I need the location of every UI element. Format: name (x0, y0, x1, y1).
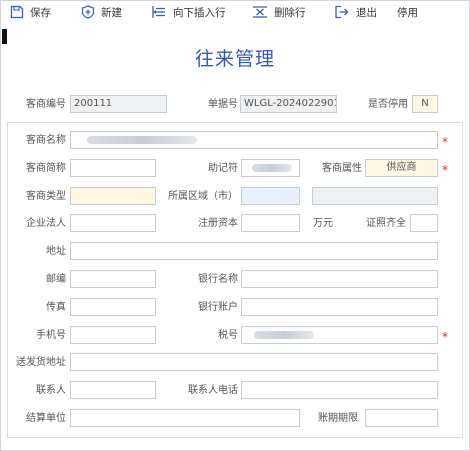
postcode-label: 邮编 (46, 274, 66, 285)
bank-account-label: 银行账户 (198, 302, 238, 313)
name-field[interactable] (70, 131, 438, 149)
disabled-field[interactable]: N (412, 95, 438, 113)
exit-label: 退出 (356, 6, 377, 19)
page-title: 往来管理 (194, 48, 275, 70)
legal-rep-label: 企业法人 (26, 218, 66, 229)
toolbar: 保存 新建 向下插入行 删除行 退出 停用 (0, 0, 470, 26)
attr-field[interactable]: 供应商 (365, 159, 438, 177)
doc-no-label: 单据号 (208, 99, 238, 110)
capital-field[interactable] (241, 214, 300, 232)
contact-field[interactable] (70, 381, 156, 399)
exit-button[interactable]: 退出 (334, 3, 377, 21)
redacted-value (254, 331, 314, 339)
required-mark: * (442, 330, 448, 344)
capital-unit: 万元 (313, 218, 333, 229)
short-name-field[interactable] (70, 159, 156, 177)
new-button[interactable]: 新建 (81, 3, 122, 21)
required-mark: * (442, 135, 448, 149)
mobile-label: 手机号 (36, 330, 66, 341)
type-field[interactable] (70, 187, 156, 205)
fax-field[interactable] (70, 298, 156, 316)
name-label: 客商名称 (26, 135, 66, 146)
cert-label: 证照齐全 (366, 218, 406, 229)
mobile-field[interactable] (70, 326, 156, 344)
text-cursor (2, 29, 7, 44)
save-label: 保存 (30, 6, 51, 19)
fax-label: 传真 (46, 302, 66, 313)
postcode-field[interactable] (70, 270, 156, 288)
type-label: 客商类型 (26, 191, 66, 202)
contact-label: 联系人 (36, 385, 66, 396)
mnemonic-label: 助记符 (208, 163, 238, 174)
capital-label: 注册资本 (198, 218, 238, 229)
redacted-value (252, 164, 292, 172)
bank-account-field[interactable] (241, 298, 438, 316)
disabled-label: 是否停用 (368, 99, 408, 110)
mnemonic-field[interactable] (241, 159, 300, 177)
address-label: 地址 (46, 246, 66, 257)
ship-address-label: 送发货地址 (16, 357, 66, 368)
contact-phone-field[interactable] (241, 381, 438, 399)
redacted-value (87, 136, 197, 144)
short-name-label: 客商简称 (26, 163, 66, 174)
address-field[interactable] (70, 242, 438, 260)
tax-no-label: 税号 (218, 330, 238, 341)
bank-name-field[interactable] (241, 270, 438, 288)
insert-row-label: 向下插入行 (173, 6, 226, 19)
cert-field[interactable] (410, 214, 438, 232)
contact-phone-label: 联系人电话 (188, 385, 238, 396)
customer-code-field[interactable]: 200111 (70, 95, 167, 113)
disable-button[interactable]: 停用 (397, 3, 418, 21)
delete-row-label: 删除行 (274, 6, 306, 19)
insert-row-button[interactable]: 向下插入行 (151, 3, 226, 21)
exit-icon (335, 5, 349, 19)
settle-unit-field[interactable] (70, 409, 300, 427)
delete-row-button[interactable]: 删除行 (252, 3, 306, 21)
save-button[interactable]: 保存 (10, 3, 51, 21)
legal-rep-field[interactable] (70, 214, 156, 232)
ship-address-field[interactable] (70, 353, 438, 371)
region-label: 所属区域（市） (168, 191, 238, 202)
required-mark: * (442, 163, 448, 177)
tax-no-field[interactable] (241, 326, 438, 344)
shield-plus-icon (81, 5, 95, 19)
region-detail-field[interactable] (312, 187, 438, 205)
doc-no-field[interactable]: WLGL-2024022901 (240, 95, 337, 113)
attr-label: 客商属性 (322, 163, 362, 174)
customer-code-label: 客商编号 (26, 99, 66, 110)
payment-term-field[interactable] (365, 409, 438, 427)
insert-row-icon (152, 6, 165, 18)
new-label: 新建 (101, 6, 122, 19)
bank-name-label: 银行名称 (198, 274, 238, 285)
settle-unit-label: 结算单位 (26, 413, 66, 424)
delete-row-icon (253, 6, 267, 18)
region-field[interactable] (241, 187, 300, 205)
save-icon (10, 5, 24, 19)
payment-term-label: 账期期限 (318, 413, 358, 424)
disable-label: 停用 (397, 6, 418, 19)
